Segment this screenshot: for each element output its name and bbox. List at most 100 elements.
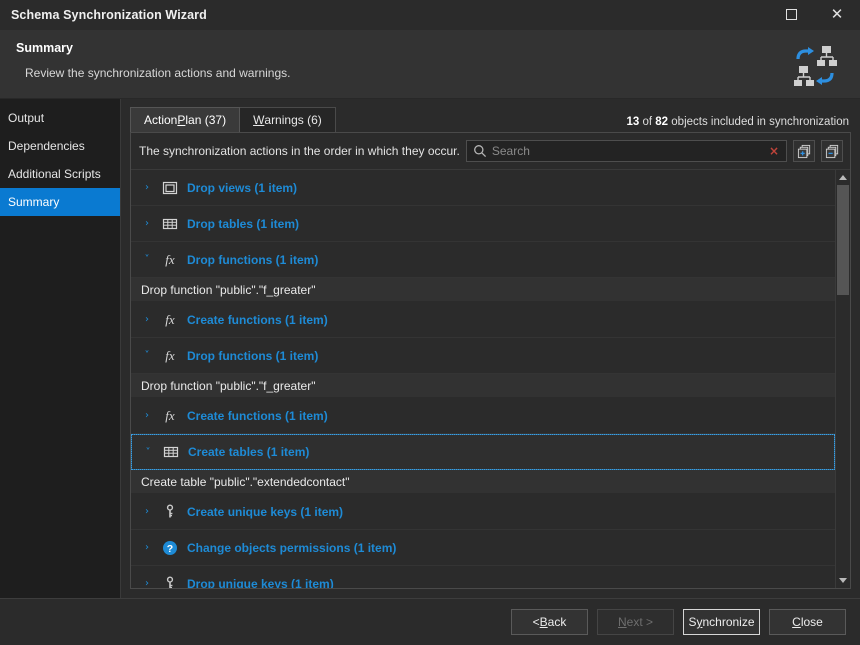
tree-row-drop-functions-2[interactable]: ˅ fx Drop functions (1 item) [131,338,835,374]
tree-row-label: Change objects permissions (1 item) [187,540,397,555]
tree-row-create-tables[interactable]: ˅ Create tables (1 item) [131,434,835,470]
close-button[interactable]: Close [769,609,846,635]
tree-row-label: Create functions (1 item) [187,312,328,327]
search-input[interactable]: Search × [465,140,787,162]
close-icon: ✕ [830,5,844,23]
action-plan-toolbar: The synchronization actions in the order… [131,133,850,169]
schema-synchronization-wizard-window: Schema Synchronization Wizard ✕ Summary … [0,0,860,645]
chevron-right-icon[interactable]: › [139,312,155,328]
sidebar-item-label: Output [8,111,45,125]
sidebar-item-summary[interactable]: Summary [0,188,120,216]
tab-warnings[interactable]: Warnings (6) [239,107,336,132]
chevron-right-icon[interactable]: › [139,216,155,232]
back-button[interactable]: < Back [511,609,588,635]
tree-row-label: Create functions (1 item) [187,408,328,423]
chevron-right-icon[interactable]: › [139,540,155,556]
triangle-up-icon [839,175,847,180]
tree-row-label: Drop tables (1 item) [187,216,300,231]
tree-vertical-scrollbar[interactable] [835,170,850,588]
table-icon [161,215,179,233]
button-label-pre: < [532,615,540,629]
tab-label-accel: W [253,113,265,127]
view-icon [161,179,179,197]
tree-row-label: Drop functions (1 item) [187,348,319,363]
search-placeholder-text: Search [491,144,530,158]
chevron-down-icon[interactable]: ˅ [139,252,155,268]
action-plan-panel: The synchronization actions in the order… [130,132,851,589]
tab-label-pre: Action [144,113,178,127]
svg-text:?: ? [167,543,173,555]
clear-search-icon[interactable]: × [767,145,781,157]
chevron-right-icon[interactable]: › [139,408,155,424]
tab-strip-row: Action Plan (37) Warnings (6) 13 of 82 o… [130,107,851,132]
function-icon: fx [165,407,175,423]
objects-included-counter: 13 of 82 objects included in synchroniza… [627,116,850,128]
tree-child-row[interactable]: Create table "public"."extendedcontact" [131,470,835,494]
button-label-accel: C [792,615,801,629]
scrollbar-track[interactable] [836,185,850,573]
scroll-up-button[interactable] [836,170,850,185]
tree-row-create-functions-2[interactable]: › fx Create functions (1 item) [131,398,835,434]
expand-all-button[interactable] [793,140,815,162]
main-content: Action Plan (37) Warnings (6) 13 of 82 o… [121,99,860,598]
tree-child-row[interactable]: Drop function "public"."f_greater" [131,374,835,398]
chevron-right-icon[interactable]: › [139,180,155,196]
counter-total: 82 [655,116,669,128]
maximize-button[interactable] [768,0,814,30]
tree-row-drop-unique-keys[interactable]: › Drop unique keys (1 item) [131,566,835,588]
chevron-right-icon[interactable]: › [139,576,155,588]
page-subtitle: Review the synchronization actions and w… [25,66,291,80]
tree-row-drop-views[interactable]: › Drop views (1 item) [131,170,835,206]
tree-row-label: Drop functions (1 item) [187,252,319,267]
tab-label-post: lan (37) [185,113,227,127]
sidebar-item-label: Summary [8,195,60,209]
wizard-step-sidebar: Output Dependencies Additional Scripts S… [0,99,121,598]
chevron-right-icon[interactable]: › [139,504,155,520]
table-icon [162,443,180,461]
button-label-pre: S [688,615,697,629]
sidebar-item-output[interactable]: Output [0,104,120,132]
tab-action-plan[interactable]: Action Plan (37) [130,107,241,132]
title-bar: Schema Synchronization Wizard ✕ [0,0,860,30]
collapse-all-button[interactable] [821,140,843,162]
sidebar-item-label: Additional Scripts [8,167,101,181]
page-title: Summary [16,41,73,55]
tree-row-change-objects-permissions[interactable]: › ? Change objects permissions (1 item) [131,530,835,566]
function-icon: fx [165,251,175,267]
maximize-icon [785,9,797,20]
window-title: Schema Synchronization Wizard [11,7,207,22]
action-plan-tree[interactable]: › Drop views (1 item) › Drop tables (1 i… [131,170,835,588]
tree-row-drop-tables[interactable]: › Drop tables (1 item) [131,206,835,242]
close-window-button[interactable]: ✕ [814,0,860,30]
tree-row-label: Drop views (1 item) [187,180,298,195]
tree-row-label: Create unique keys (1 item) [187,504,344,519]
scroll-down-button[interactable] [836,573,850,588]
chevron-down-icon[interactable]: ˅ [139,348,155,364]
function-icon: fx [165,311,175,327]
wizard-header: Summary Review the synchronization actio… [0,30,860,99]
sidebar-item-label: Dependencies [8,139,85,153]
sidebar-item-additional-scripts[interactable]: Additional Scripts [0,160,120,188]
search-icon [473,144,487,158]
tree-row-create-unique-keys[interactable]: › Create unique keys (1 item) [131,494,835,530]
tree-child-row[interactable]: Drop function "public"."f_greater" [131,278,835,302]
button-label-accel: N [617,615,627,629]
chevron-down-icon[interactable]: ˅ [140,444,156,460]
action-plan-tree-container: › Drop views (1 item) › Drop tables (1 i… [131,169,850,588]
tab-label-post: arnings (6) [264,113,322,127]
counter-included: 13 [626,116,640,128]
tree-child-label: Drop function "public"."f_greater" [141,282,316,297]
sidebar-item-dependencies[interactable]: Dependencies [0,132,120,160]
scrollbar-thumb[interactable] [837,185,849,295]
counter-of: of [639,116,656,128]
tab-strip: Action Plan (37) Warnings (6) [130,107,336,132]
tree-row-label: Create tables (1 item) [188,445,310,459]
key-icon [161,575,179,588]
tree-row-drop-functions-1[interactable]: ˅ fx Drop functions (1 item) [131,242,835,278]
next-button: Next > [597,609,674,635]
synchronize-button[interactable]: Sy nchronize [683,609,760,635]
counter-suffix: objects included in synchronization [668,116,849,128]
schema-sync-icon [790,43,840,89]
wizard-body: Output Dependencies Additional Scripts S… [0,99,860,598]
tree-row-create-functions-1[interactable]: › fx Create functions (1 item) [131,302,835,338]
